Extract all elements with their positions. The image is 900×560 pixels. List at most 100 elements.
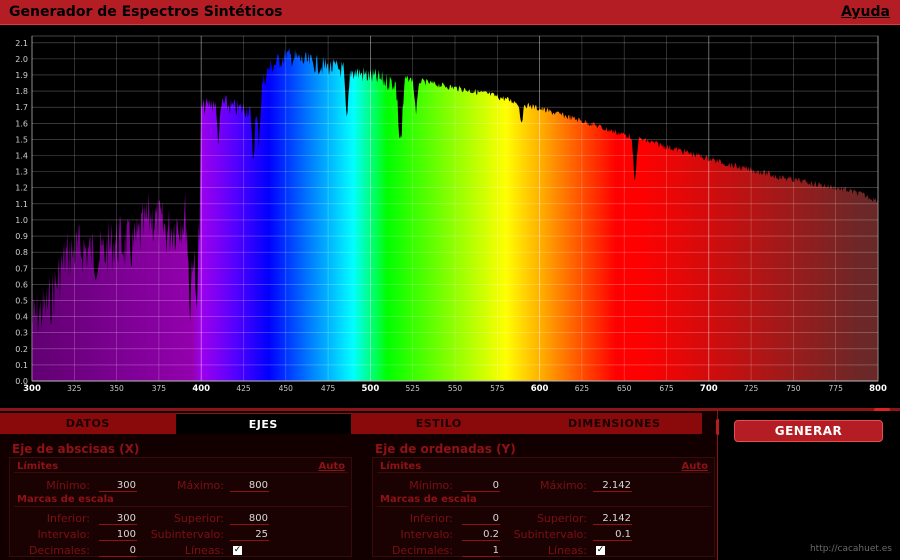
x-tick-label-minor: 625	[575, 384, 590, 393]
settings-panel: DATOS EJES ESTILO DIMENSIONES Eje de abs…	[0, 411, 720, 560]
y-tick-label: 0.4	[15, 313, 28, 322]
x-max-label: Máximo:	[177, 479, 224, 492]
y-marks-label: Marcas de escala	[380, 494, 477, 505]
y-tick-label: 1.7	[15, 103, 28, 112]
y-interval-input[interactable]: 0.2	[462, 528, 500, 541]
y-upper-label: Superior:	[536, 512, 587, 525]
x-tick-label-minor: 525	[406, 384, 421, 393]
x-axis-title: Eje de abscisas (X)	[12, 442, 140, 456]
x-tick-label: 300	[23, 384, 41, 394]
x-lower-input[interactable]: 300	[99, 512, 137, 525]
divider	[377, 472, 711, 473]
x-auto-link[interactable]: Auto	[318, 461, 345, 472]
x-upper-input[interactable]: 800	[230, 512, 269, 525]
x-tick-label-minor: 475	[321, 384, 336, 393]
y-tick-label: 1.6	[15, 119, 28, 128]
x-marks-label: Marcas de escala	[17, 494, 114, 505]
x-subinterval-label: Subintervalo:	[150, 528, 224, 541]
x-tick-label-minor: 350	[109, 384, 124, 393]
x-lines-label: Líneas:	[184, 544, 224, 557]
tab-bar: DATOS EJES ESTILO DIMENSIONES	[0, 413, 702, 434]
y-subinterval-input[interactable]: 0.1	[593, 528, 632, 541]
y-tick-label: 0.3	[15, 329, 28, 338]
y-upper-input[interactable]: 2.142	[593, 512, 632, 525]
tab-datos[interactable]: DATOS	[0, 413, 176, 434]
action-panel: GENERAR http://cacahuet.es	[719, 411, 900, 560]
y-max-label: Máximo:	[540, 479, 587, 492]
x-tick-label: 600	[531, 384, 549, 394]
y-tick-label: 0.1	[15, 361, 28, 370]
tab-estilo[interactable]: ESTILO	[351, 413, 527, 434]
x-tick-label-minor: 725	[744, 384, 759, 393]
x-axis-box: Límites Auto Mínimo: 300 Máximo: 800 Mar…	[9, 457, 352, 557]
y-axis-box: Límites Auto Mínimo: 0 Máximo: 2.142 Mar…	[372, 457, 715, 557]
y-tick-label: 0.2	[15, 345, 28, 354]
x-decimals-input[interactable]: 0	[99, 544, 137, 557]
y-lines-checkbox[interactable]: ✓	[596, 546, 605, 555]
x-tick-label: 700	[700, 384, 718, 394]
y-tick-label: 1.1	[15, 200, 28, 209]
divider	[14, 472, 348, 473]
footer-url[interactable]: http://cacahuet.es	[810, 544, 892, 554]
y-tick-label: 1.4	[15, 152, 28, 161]
help-link[interactable]: Ayuda	[841, 4, 890, 20]
x-decimals-label: Decimales:	[28, 544, 90, 557]
y-lower-label: Inferior:	[409, 512, 453, 525]
y-tick-label: 2.1	[15, 39, 28, 48]
app-title: Generador de Espectros Sintéticos	[9, 4, 283, 20]
x-tick-label: 800	[869, 384, 887, 394]
x-tick-label: 400	[192, 384, 210, 394]
x-min-input[interactable]: 300	[99, 479, 137, 492]
x-limits-label: Límites	[17, 461, 59, 472]
y-lower-input[interactable]: 0	[462, 512, 500, 525]
y-tick-label: 0.8	[15, 248, 28, 257]
y-subinterval-label: Subintervalo:	[513, 528, 587, 541]
y-tick-label: 1.3	[15, 168, 28, 177]
y-decimals-input[interactable]: 1	[462, 544, 500, 557]
x-max-input[interactable]: 800	[230, 479, 269, 492]
x-tick-label-minor: 750	[786, 384, 801, 393]
y-min-input[interactable]: 0	[462, 479, 500, 492]
spectrum-svg: 0.00.10.20.30.40.50.60.70.80.91.01.11.21…	[15, 35, 887, 394]
y-interval-label: Intervalo:	[400, 528, 453, 541]
y-tick-label: 1.5	[15, 135, 28, 144]
x-tick-label-minor: 375	[152, 384, 167, 393]
x-upper-label: Superior:	[173, 512, 224, 525]
y-auto-link[interactable]: Auto	[681, 461, 708, 472]
x-interval-input[interactable]: 100	[99, 528, 137, 541]
divider	[377, 506, 711, 507]
y-tick-label: 2.0	[15, 55, 28, 64]
x-interval-label: Intervalo:	[37, 528, 90, 541]
x-tick-label-minor: 675	[659, 384, 674, 393]
x-tick-label-minor: 575	[490, 384, 505, 393]
x-lower-label: Inferior:	[46, 512, 90, 525]
x-tick-label-minor: 425	[236, 384, 251, 393]
y-lines-label: Líneas:	[547, 544, 587, 557]
divider	[14, 506, 348, 507]
x-tick-label-minor: 450	[279, 384, 294, 393]
tab-ejes[interactable]: EJES	[175, 413, 351, 434]
y-max-input[interactable]: 2.142	[593, 479, 632, 492]
spectrum-chart: 0.0 0.1 0.2 0.3 0.4 0.5 0.6 0.7 0.8 0.9 1.0 1.1 1.2 1…	[0, 26, 900, 408]
y-limits-label: Límites	[380, 461, 422, 472]
y-axis-title: Eje de ordenadas (Y)	[375, 442, 516, 456]
y-tick-label: 0.7	[15, 264, 28, 273]
x-tick-label-minor: 325	[67, 384, 82, 393]
x-tick-label-minor: 550	[448, 384, 463, 393]
y-tick-label: 0.5	[15, 296, 28, 305]
y-tick-label: 0.9	[15, 232, 28, 241]
y-tick-label: 1.8	[15, 87, 28, 96]
x-tick-label: 500	[362, 384, 380, 394]
x-min-label: Mínimo:	[46, 479, 90, 492]
y-decimals-label: Decimales:	[391, 544, 453, 557]
y-tick-label: 1.9	[15, 71, 28, 80]
y-tick-label: 1.0	[15, 216, 28, 225]
y-min-label: Mínimo:	[409, 479, 453, 492]
y-tick-label: 0.6	[15, 280, 28, 289]
y-tick-label: 1.2	[15, 184, 28, 193]
x-tick-label-minor: 775	[829, 384, 844, 393]
x-lines-checkbox[interactable]: ✓	[233, 546, 242, 555]
generate-button[interactable]: GENERAR	[734, 420, 883, 442]
tab-dimensiones[interactable]: DIMENSIONES	[526, 413, 702, 434]
x-subinterval-input[interactable]: 25	[230, 528, 269, 541]
